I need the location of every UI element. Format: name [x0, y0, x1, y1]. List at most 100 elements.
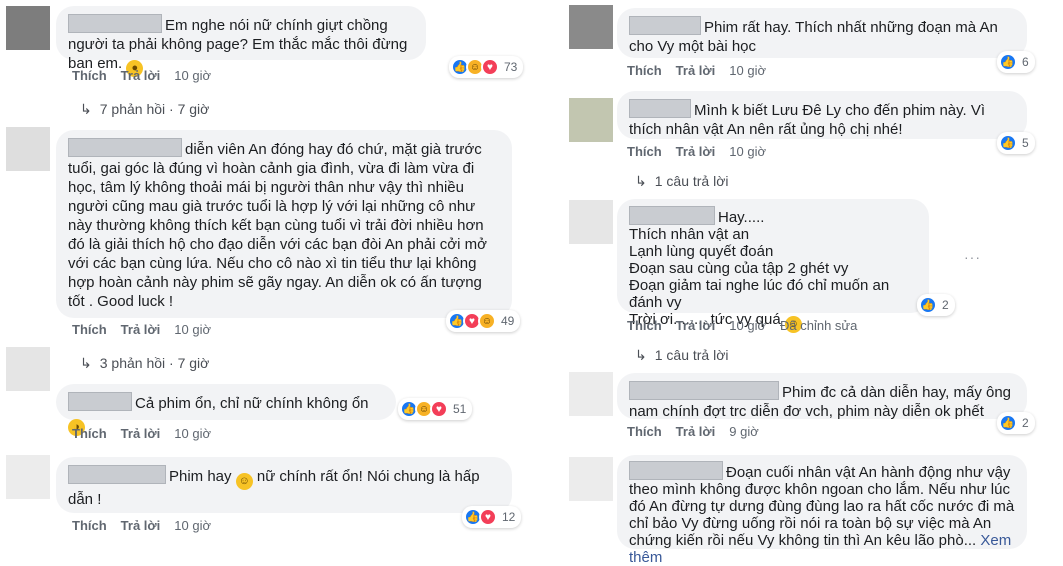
comment-actions: Thích Trả lời 10 giờ — [627, 144, 780, 159]
edited-label[interactable]: Đã chỉnh sửa — [780, 318, 857, 333]
reaction-summary[interactable]: 👍 ☺ ♥ 73 — [449, 56, 524, 78]
author-name[interactable] — [68, 465, 166, 484]
left-comments-panel: Em nghe nói nữ chính giựt chồng người ta… — [0, 0, 540, 549]
reply-arrow-icon: ↳ — [80, 101, 92, 117]
timestamp[interactable]: 10 giờ — [729, 63, 766, 78]
like-icon: 👍 — [919, 296, 937, 314]
like-link[interactable]: Thích — [72, 518, 107, 533]
view-replies[interactable]: ↳ 7 phản hồi · 7 giờ — [80, 101, 209, 118]
comment-bubble: Phim hay ☺ nữ chính rất ổn! Nói chung là… — [56, 457, 512, 513]
timestamp[interactable]: 10 giờ — [174, 68, 211, 83]
replies-time: 7 giờ — [177, 101, 210, 117]
comment-bubble: Phim đc cả dàn diễn hay, mấy ông nam chí… — [617, 373, 1027, 420]
author-name[interactable] — [68, 138, 182, 157]
comment-line: Thích nhân vật an — [629, 226, 750, 243]
avatar[interactable] — [569, 200, 613, 244]
reaction-count: 51 — [453, 402, 467, 416]
timestamp[interactable]: 10 giờ — [174, 426, 211, 441]
comment-bubble: diễn viên An đóng hay đó chứ, mặt già tr… — [56, 130, 512, 318]
reply-link[interactable]: Trả lời — [676, 424, 716, 439]
author-name[interactable] — [629, 381, 779, 400]
avatar[interactable] — [6, 455, 50, 499]
timestamp[interactable]: 10 giờ — [729, 144, 766, 159]
replies-count: 3 phản hồi — [99, 355, 166, 371]
comment-actions: Thích Trả lời 10 giờ — [72, 68, 225, 83]
comment-bubble: Đoạn cuối nhân vật An hành động như vậy … — [617, 455, 1027, 566]
like-icon: 👍 — [999, 134, 1017, 152]
reaction-count: 6 — [1022, 55, 1029, 69]
comment-line: Đoạn sau cùng của tập 2 ghét vy — [629, 260, 849, 277]
reply-link[interactable]: Trả lời — [121, 322, 161, 337]
reaction-summary[interactable]: 👍 ♥ ☺ 49 — [446, 310, 521, 332]
author-name[interactable] — [629, 99, 691, 118]
like-link[interactable]: Thích — [627, 144, 662, 159]
avatar[interactable] — [569, 457, 613, 501]
avatar[interactable] — [6, 347, 50, 391]
love-icon: ♥ — [430, 400, 448, 418]
timestamp[interactable]: 9 giờ — [729, 424, 759, 439]
timestamp[interactable]: 10 giờ — [174, 322, 211, 337]
smile-emoji-icon: ☺ — [235, 473, 253, 490]
comment-actions: Thích Trả lời 10 giờ — [627, 63, 780, 78]
comment-actions: Thích Trả lời 10 giờ — [72, 322, 225, 337]
reply-link[interactable]: Trả lời — [121, 518, 161, 533]
reply-arrow-icon: ↳ — [80, 355, 92, 371]
author-name[interactable] — [68, 14, 162, 33]
author-name[interactable] — [629, 16, 701, 35]
reaction-summary[interactable]: 👍 5 — [997, 132, 1035, 154]
comment-bubble: Em nghe nói nữ chính giựt chồng người ta… — [56, 6, 426, 77]
like-link[interactable]: Thích — [72, 426, 107, 441]
reaction-summary[interactable]: 👍 ♥ 12 — [462, 506, 522, 528]
reaction-count: 5 — [1022, 136, 1029, 150]
comment-actions: Thích Trả lời 10 giờ Đã chỉnh sửa — [627, 318, 871, 333]
reaction-summary[interactable]: 👍 2 — [917, 294, 955, 316]
reaction-summary[interactable]: 👍 2 — [997, 412, 1035, 434]
author-name[interactable] — [629, 461, 723, 480]
comment-line: Hay..... — [629, 206, 917, 226]
comment-text: diễn viên An đóng hay đó chứ, mặt già tr… — [68, 141, 487, 310]
like-link[interactable]: Thích — [627, 63, 662, 78]
author-name[interactable] — [68, 392, 132, 411]
comment-bubble: Hay..... Thích nhân vật an Lạnh lùng quy… — [617, 199, 929, 333]
replies-time: 7 giờ — [177, 355, 210, 371]
view-replies[interactable]: ↳ 3 phản hồi · 7 giờ — [80, 355, 209, 372]
like-icon: 👍 — [999, 53, 1017, 71]
view-replies[interactable]: ↳ 1 câu trả lời — [635, 347, 729, 364]
comment-actions: Thích Trả lời 10 giờ — [72, 426, 225, 441]
like-link[interactable]: Thích — [627, 424, 662, 439]
like-link[interactable]: Thích — [72, 322, 107, 337]
like-link[interactable]: Thích — [72, 68, 107, 83]
like-icon: 👍 — [999, 414, 1017, 432]
reply-link[interactable]: Trả lời — [121, 426, 161, 441]
view-replies[interactable]: ↳ 1 câu trả lời — [635, 173, 729, 190]
avatar[interactable] — [6, 127, 50, 171]
comment-bubble: Cả phim ổn, chỉ nữ chính không ổn ◑ — [56, 384, 396, 436]
avatar[interactable] — [569, 372, 613, 416]
avatar[interactable] — [569, 5, 613, 49]
haha-icon: ☺ — [478, 312, 496, 330]
reply-link[interactable]: Trả lời — [121, 68, 161, 83]
replies-count: 1 câu trả lời — [654, 347, 729, 363]
panel-divider — [549, 0, 563, 549]
timestamp[interactable]: 10 giờ — [729, 318, 766, 333]
comment-bubble: Phim rất hay. Thích nhất những đoạn mà A… — [617, 8, 1027, 58]
reply-link[interactable]: Trả lời — [676, 63, 716, 78]
reaction-count: 73 — [504, 60, 518, 74]
author-name[interactable] — [629, 206, 715, 225]
reply-arrow-icon: ↳ — [635, 173, 647, 189]
reply-link[interactable]: Trả lời — [676, 144, 716, 159]
avatar[interactable] — [6, 6, 50, 50]
avatar[interactable] — [569, 98, 613, 142]
timestamp[interactable]: 10 giờ — [174, 518, 211, 533]
like-link[interactable]: Thích — [627, 318, 662, 333]
reaction-summary[interactable]: 👍 ☺ ♥ 51 — [398, 398, 473, 420]
comment-actions: Thích Trả lời 10 giờ — [72, 518, 225, 533]
reaction-count: 2 — [1022, 416, 1029, 430]
more-options-icon[interactable]: ··· — [964, 249, 981, 265]
love-icon: ♥ — [479, 508, 497, 526]
reply-link[interactable]: Trả lời — [676, 318, 716, 333]
replies-count: 7 phản hồi — [99, 101, 166, 117]
comment-text: Cả phim ổn, chỉ nữ chính không ổn — [135, 395, 369, 412]
reaction-summary[interactable]: 👍 6 — [997, 51, 1035, 73]
reaction-count: 49 — [501, 314, 515, 328]
